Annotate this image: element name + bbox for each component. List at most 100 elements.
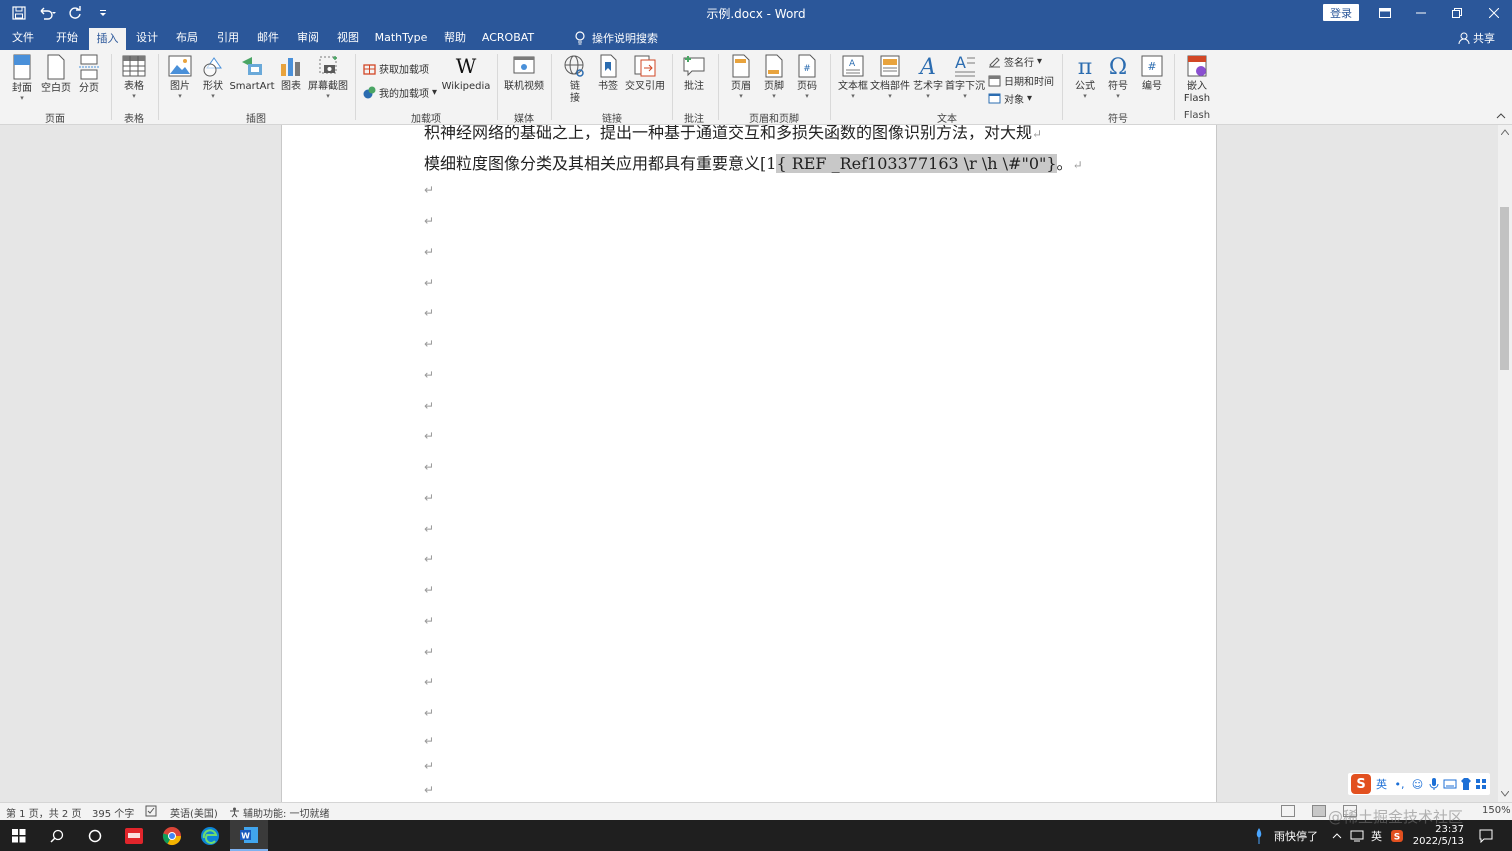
tab-design[interactable]: 设计 — [130, 26, 164, 50]
login-button[interactable]: 登录 — [1323, 4, 1359, 21]
pictures-button[interactable]: 图片 ▾ — [167, 54, 193, 100]
customize-qat-button[interactable] — [92, 3, 114, 23]
undo-button[interactable] — [36, 3, 58, 23]
collapse-ribbon-button[interactable] — [1496, 112, 1506, 123]
sogou-logo-icon[interactable]: S — [1351, 774, 1371, 794]
print-layout-button[interactable] — [1312, 805, 1326, 817]
text-box-button[interactable]: A 文本框 ▾ — [837, 54, 869, 100]
paragraph-mark[interactable]: ↵ — [424, 306, 434, 320]
tab-home[interactable]: 开始 — [50, 26, 84, 50]
vertical-scrollbar[interactable] — [1498, 125, 1512, 802]
tab-references[interactable]: 引用 — [211, 26, 245, 50]
document-line-1[interactable]: 积神经网络的基础之上，提出一种基于通道交互和多损失函数的图像识别方法，对大规↵ — [424, 125, 1042, 143]
share-button[interactable]: 共享 — [1458, 26, 1495, 50]
keyboard-icon[interactable] — [1443, 778, 1457, 790]
tab-view[interactable]: 视图 — [331, 26, 365, 50]
paragraph-mark[interactable]: ↵ — [424, 734, 434, 748]
quick-parts-button[interactable]: 文档部件 ▾ — [870, 54, 910, 100]
ribbon-display-options-button[interactable] — [1367, 0, 1403, 26]
tab-layout[interactable]: 布局 — [170, 26, 204, 50]
ref-field-code[interactable]: { REF _Ref103377163 \r \h \#"0"} — [776, 154, 1057, 173]
embed-flash-button[interactable]: 嵌入 Flash — [1181, 54, 1213, 105]
page-number-button[interactable]: # 页码 ▾ — [793, 54, 821, 100]
date-time-button[interactable]: 日期和时间 — [988, 72, 1054, 88]
document-page[interactable]: 积神经网络的基础之上，提出一种基于通道交互和多损失函数的图像识别方法，对大规↵ … — [281, 125, 1217, 802]
paragraph-mark[interactable]: ↵ — [424, 245, 434, 259]
tab-insert[interactable]: 插入 — [89, 28, 126, 50]
numbering-button[interactable]: # 编号 — [1138, 54, 1166, 93]
paragraph-mark[interactable]: ↵ — [424, 583, 434, 597]
read-mode-button[interactable] — [1281, 805, 1295, 817]
header-button[interactable]: 页眉 ▾ — [727, 54, 755, 100]
wordart-button[interactable]: A 艺术字 ▾ — [912, 54, 944, 100]
ime-language[interactable]: 英 — [1374, 776, 1389, 792]
paragraph-mark[interactable]: ↵ — [424, 522, 434, 536]
emoji-icon[interactable]: ☺ — [1410, 778, 1425, 791]
tab-acrobat[interactable]: ACROBAT — [478, 26, 538, 50]
taskbar-app-youdao[interactable] — [115, 820, 153, 851]
scroll-down-icon[interactable] — [1501, 791, 1509, 797]
taskbar-app-word[interactable]: W — [230, 820, 268, 851]
word-count[interactable]: 395 个字 — [92, 805, 134, 820]
page-break-button[interactable]: 分页 — [76, 54, 102, 95]
taskbar-app-edge[interactable] — [191, 820, 229, 851]
proofing-icon[interactable] — [145, 805, 157, 820]
screenshot-button[interactable]: 屏幕截图 ▾ — [307, 54, 349, 100]
start-button[interactable] — [0, 820, 38, 851]
paragraph-mark[interactable]: ↵ — [424, 214, 434, 228]
minimize-button[interactable] — [1403, 0, 1439, 26]
wikipedia-button[interactable]: W Wikipedia — [441, 54, 491, 93]
bookmark-button[interactable]: 书签 — [594, 54, 622, 93]
table-button[interactable]: 表格 ▾ — [120, 54, 148, 100]
tab-help[interactable]: 帮助 — [438, 26, 472, 50]
object-button[interactable]: 对象 ▾ — [988, 90, 1032, 106]
zoom-level[interactable]: 150% — [1482, 805, 1511, 816]
footer-button[interactable]: 页脚 ▾ — [760, 54, 788, 100]
document-line-2[interactable]: 模细粒度图像分类及其相关应用都具有重要意义[1{ REF _Ref1033771… — [424, 150, 1083, 174]
accessibility-checker[interactable]: 辅助功能: 一切就绪 — [229, 805, 330, 820]
save-button[interactable] — [8, 3, 30, 23]
drop-cap-button[interactable]: A 首字下沉 ▾ — [945, 54, 985, 100]
cover-page-button[interactable]: 封面 ▾ — [10, 54, 34, 102]
paragraph-mark[interactable]: ↵ — [424, 645, 434, 659]
paragraph-mark[interactable]: ↵ — [424, 460, 434, 474]
skin-icon[interactable] — [1460, 777, 1472, 791]
chart-button[interactable]: 图表 — [278, 54, 304, 93]
tell-me-search[interactable]: 操作说明搜索 — [574, 26, 658, 50]
paragraph-mark[interactable]: ↵ — [424, 675, 434, 689]
online-video-button[interactable]: 联机视频 — [503, 54, 545, 93]
cross-reference-button[interactable]: 交叉引用 — [625, 54, 665, 93]
tab-review[interactable]: 审阅 — [291, 26, 325, 50]
paragraph-mark[interactable]: ↵ — [424, 552, 434, 566]
ime-punctuation[interactable]: •, — [1392, 778, 1407, 791]
paragraph-mark[interactable]: ↵ — [424, 783, 434, 797]
new-comment-button[interactable]: 批注 — [680, 54, 708, 93]
paragraph-mark[interactable]: ↵ — [424, 759, 434, 773]
close-button[interactable] — [1476, 0, 1512, 26]
blank-page-button[interactable]: 空白页 — [39, 54, 73, 95]
paragraph-mark[interactable]: ↵ — [424, 276, 434, 290]
paragraph-mark[interactable]: ↵ — [424, 399, 434, 413]
search-button[interactable] — [38, 820, 76, 851]
redo-button[interactable] — [64, 3, 86, 23]
paragraph-mark[interactable]: ↵ — [424, 614, 434, 628]
tab-mailings[interactable]: 邮件 — [251, 26, 285, 50]
weather-widget[interactable]: 雨快停了 — [1254, 820, 1318, 851]
shapes-button[interactable]: 形状 ▾ — [199, 54, 227, 100]
link-button[interactable]: 链 接 — [561, 54, 589, 105]
equation-button[interactable]: π 公式 ▾ — [1071, 54, 1099, 100]
scroll-up-icon[interactable] — [1501, 129, 1509, 135]
taskbar-app-chrome[interactable] — [153, 820, 191, 851]
tab-mathtype[interactable]: MathType — [372, 26, 430, 50]
restore-button[interactable] — [1439, 0, 1475, 26]
notification-center-button[interactable] — [1479, 820, 1493, 851]
paragraph-mark[interactable]: ↵ — [424, 183, 434, 197]
paragraph-mark[interactable]: ↵ — [424, 491, 434, 505]
get-addins-button[interactable]: 获取加载项 — [363, 60, 429, 76]
document-area[interactable]: 积神经网络的基础之上，提出一种基于通道交互和多损失函数的图像识别方法，对大规↵ … — [0, 125, 1498, 802]
paragraph-mark[interactable]: ↵ — [424, 368, 434, 382]
my-addins-button[interactable]: 我的加载项 ▾ — [363, 84, 437, 100]
toolbox-icon[interactable] — [1475, 778, 1487, 790]
page-count[interactable]: 第 1 页，共 2 页 — [6, 805, 81, 820]
task-view-button[interactable] — [76, 820, 114, 851]
